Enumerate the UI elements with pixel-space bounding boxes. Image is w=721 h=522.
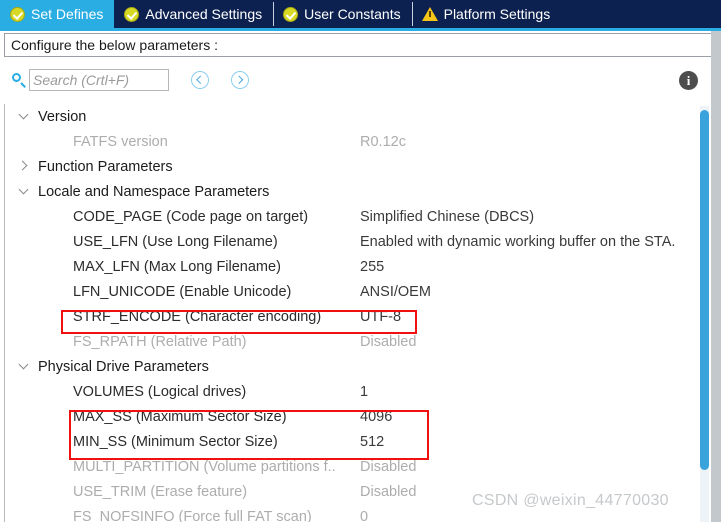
search-next-button[interactable]: [231, 71, 249, 89]
search-prev-button[interactable]: [191, 71, 209, 89]
param-label: FS_RPATH (Relative Path): [73, 333, 247, 350]
param-value[interactable]: 1: [360, 384, 368, 400]
param-value[interactable]: Simplified Chinese (DBCS): [360, 209, 534, 225]
param-label: FS_NOFSINFO (Force full FAT scan): [73, 508, 312, 522]
param-label: STRF_ENCODE (Character encoding): [73, 308, 322, 325]
tree-param-row[interactable]: VOLUMES (Logical drives) 1: [5, 379, 713, 404]
page-title: Configure the below parameters :: [11, 37, 218, 53]
tree-group-row[interactable]: Physical Drive Parameters: [5, 354, 713, 379]
tab-underline-rule: [0, 28, 721, 31]
check-circle-icon: [10, 6, 25, 22]
tree-param-row[interactable]: LFN_UNICODE (Enable Unicode) ANSI/OEM: [5, 279, 713, 304]
tree-group-label: Locale and Namespace Parameters: [38, 183, 270, 200]
tab-bar: Set Defines Advanced Settings User Const…: [0, 0, 721, 28]
tree-group-row[interactable]: Function Parameters: [5, 154, 713, 179]
param-value[interactable]: 512: [360, 434, 384, 450]
search-icon: [11, 72, 27, 88]
tree-param-row[interactable]: USE_LFN (Use Long Filename) Enabled with …: [5, 229, 713, 254]
param-value[interactable]: 0: [360, 509, 368, 522]
param-label: USE_LFN (Use Long Filename): [73, 233, 278, 250]
check-circle-icon: [283, 6, 299, 22]
param-value[interactable]: Disabled: [360, 484, 416, 500]
tree-group-row[interactable]: Locale and Namespace Parameters: [5, 179, 713, 204]
param-value[interactable]: Disabled: [360, 334, 416, 350]
param-value[interactable]: ANSI/OEM: [360, 284, 431, 300]
tree-param-row[interactable]: MAX_SS (Maximum Sector Size) 4096: [5, 404, 713, 429]
tree-param-row[interactable]: FS_RPATH (Relative Path) Disabled: [5, 329, 713, 354]
param-value[interactable]: 255: [360, 259, 384, 275]
tree-param-row[interactable]: MIN_SS (Minimum Sector Size) 512: [5, 429, 713, 454]
param-label: MIN_SS (Minimum Sector Size): [73, 433, 278, 450]
tree-param-row[interactable]: CODE_PAGE (Code page on target) Simplifie…: [5, 204, 713, 229]
tree-group-row[interactable]: Version: [5, 104, 713, 129]
param-value[interactable]: 4096: [360, 409, 392, 425]
param-label: MAX_SS (Maximum Sector Size): [73, 408, 287, 425]
tab-platform-settings[interactable]: Platform Settings: [411, 0, 562, 28]
tab-label: Platform Settings: [443, 6, 551, 22]
param-label: LFN_UNICODE (Enable Unicode): [73, 283, 292, 300]
param-label: MAX_LFN (Max Long Filename): [73, 258, 281, 275]
search-toolbar: i: [4, 60, 713, 100]
chevron-down-icon[interactable]: [19, 361, 30, 372]
param-value[interactable]: Disabled: [360, 459, 416, 475]
vertical-scrollbar-track[interactable]: [700, 106, 709, 522]
tab-advanced-settings[interactable]: Advanced Settings: [114, 0, 274, 28]
right-gutter: [711, 31, 721, 522]
param-value[interactable]: UTF-8: [360, 309, 401, 325]
tree-group-label: Version: [38, 108, 87, 125]
tree-param-row[interactable]: MULTI_PARTITION (Volume partitions f.. Di…: [5, 454, 713, 479]
page-title-bar: Configure the below parameters :: [4, 33, 713, 57]
param-label: CODE_PAGE (Code page on target): [73, 208, 309, 225]
tab-label: Advanced Settings: [145, 6, 263, 22]
param-label: MULTI_PARTITION (Volume partitions f..: [73, 458, 336, 475]
tab-label: User Constants: [304, 6, 401, 22]
vertical-scrollbar-thumb[interactable]: [700, 110, 709, 470]
check-circle-icon: [124, 6, 140, 22]
tab-set-defines[interactable]: Set Defines: [0, 0, 115, 28]
param-label: USE_TRIM (Erase feature): [73, 483, 248, 500]
chevron-down-icon[interactable]: [19, 111, 30, 122]
info-icon[interactable]: i: [679, 71, 698, 90]
tree-param-row[interactable]: FATFS version R0.12c: [5, 129, 713, 154]
search-input[interactable]: [29, 69, 169, 91]
tree-param-row[interactable]: STRF_ENCODE (Character encoding) UTF-8: [5, 304, 713, 329]
watermark: CSDN @weixin_44770030: [472, 492, 669, 509]
tree-group-label: Physical Drive Parameters: [38, 358, 209, 375]
chevron-down-icon[interactable]: [19, 186, 30, 197]
param-label: FATFS version: [73, 133, 168, 150]
tree-param-row[interactable]: MAX_LFN (Max Long Filename) 255: [5, 254, 713, 279]
chevron-right-icon[interactable]: [19, 161, 30, 172]
tab-label: Set Defines: [31, 6, 104, 22]
parameter-tree[interactable]: Version FATFS version R0.12c Function Param…: [4, 104, 713, 522]
param-value[interactable]: R0.12c: [360, 134, 406, 150]
warning-triangle-icon: [421, 7, 438, 21]
tab-user-constants[interactable]: User Constants: [273, 0, 412, 28]
param-value[interactable]: Enabled with dynamic working buffer on t…: [360, 234, 675, 250]
param-label: VOLUMES (Logical drives): [73, 383, 247, 400]
tree-group-label: Function Parameters: [38, 158, 173, 175]
